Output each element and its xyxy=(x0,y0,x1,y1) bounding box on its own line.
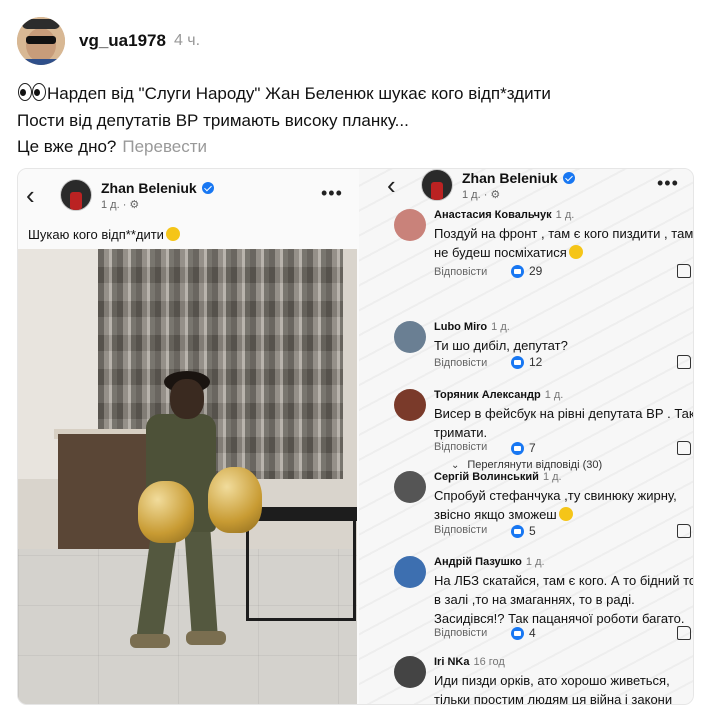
back-chevron-icon: ‹ xyxy=(387,170,396,200)
fb-author-name: Zhan Beleniuk xyxy=(462,170,575,186)
post-time: 4 ч. xyxy=(173,32,201,49)
show-more-replies[interactable]: ⌄ Переглянути відповіді (30) xyxy=(451,459,602,471)
verified-icon xyxy=(562,171,575,184)
comment-text: На ЛБЗ скатайся, там є кого. А то бідний… xyxy=(434,573,694,626)
comment-text: Ти шо дибіл, депутат? xyxy=(434,338,568,353)
like-count: 5 xyxy=(511,524,536,538)
right-screenshot: ‹ Zhan Beleniuk 1 д. · ⚙ ••• Анастасия К… xyxy=(359,169,694,705)
fb-comments-header: ‹ Zhan Beleniuk 1 д. · ⚙ xyxy=(387,169,575,201)
post-text: Нардеп від "Слуги Народу" Жан Беленюк шу… xyxy=(17,81,707,161)
comment-text: Иди пизди орків, ато хорошо живеться, ті… xyxy=(434,673,673,705)
reply-link[interactable]: Відповісти xyxy=(434,524,487,536)
back-chevron-icon: ‹ xyxy=(26,180,35,210)
fb-author-avatar xyxy=(421,169,453,201)
like-count: 4 xyxy=(511,626,536,640)
fb-post-meta: 1 д. · ⚙ xyxy=(462,188,501,201)
commenter-name: Сергій Волинський 1 д. xyxy=(434,471,562,483)
thumbs-up-icon[interactable] xyxy=(677,264,691,278)
smile-emoji-icon xyxy=(568,245,583,259)
thumbs-up-icon[interactable] xyxy=(677,441,691,455)
reply-link[interactable]: Відповісти xyxy=(434,627,487,639)
commenter-avatar xyxy=(394,389,426,421)
reply-link[interactable]: Відповісти xyxy=(434,266,487,278)
post-line-1: Нардеп від "Слуги Народу" Жан Беленюк шу… xyxy=(17,81,707,108)
thumbs-up-icon[interactable] xyxy=(677,524,691,538)
smile-emoji-icon xyxy=(165,227,180,241)
like-count: 29 xyxy=(511,264,542,278)
fb-post-text: Шукаю кого відп**дити xyxy=(28,227,180,242)
more-icon: ••• xyxy=(657,173,679,193)
like-icon xyxy=(511,264,524,278)
translate-link[interactable]: Перевести xyxy=(122,137,207,156)
like-count: 7 xyxy=(511,441,536,455)
comment-text: Спробуй стефанчука ,ту свинюку жирну, зв… xyxy=(434,488,677,522)
like-icon xyxy=(511,524,524,538)
chevron-down-icon: ⌄ xyxy=(451,459,460,471)
left-screenshot: ‹ Zhan Beleniuk 1 д. · ⚙ ••• Шукаю кого … xyxy=(18,169,359,704)
commenter-avatar xyxy=(394,471,426,503)
reply-link[interactable]: Відповісти xyxy=(434,441,487,453)
like-icon xyxy=(511,355,524,369)
like-icon xyxy=(511,441,524,455)
like-count: 12 xyxy=(511,355,542,369)
commenter-name: Iri NKa 16 год xyxy=(434,656,505,668)
fb-post-meta: 1 д. · ⚙ xyxy=(101,198,140,211)
post-image[interactable]: ‹ Zhan Beleniuk 1 д. · ⚙ ••• Шукаю кого … xyxy=(17,168,694,705)
thumbs-up-icon[interactable] xyxy=(677,626,691,640)
comment-text: Висер в фейсбук на рівні депутата ВР . Т… xyxy=(434,406,694,440)
commenter-avatar xyxy=(394,209,426,241)
commenter-name: Lubo Miro 1 д. xyxy=(434,321,510,333)
commenter-name: Андрій Пазушко 1 д. xyxy=(434,556,545,568)
post-line-3: Це вже дно? Перевести xyxy=(17,137,208,156)
user-avatar[interactable] xyxy=(17,17,65,65)
commenter-avatar xyxy=(394,656,426,688)
commenter-name: Торяник Александр 1 д. xyxy=(434,389,564,401)
fb-author-avatar xyxy=(60,179,92,211)
commenter-avatar xyxy=(394,321,426,353)
username[interactable]: vg_ua1978 xyxy=(79,31,166,51)
smile-emoji-icon xyxy=(558,507,573,521)
eyes-emoji-icon xyxy=(17,83,47,101)
commenter-name: Анастасия Ковальчук 1 д. xyxy=(434,209,575,221)
reply-link[interactable]: Відповісти xyxy=(434,357,487,369)
commenter-avatar xyxy=(394,556,426,588)
boxing-glove-left xyxy=(138,481,194,543)
post-header: vg_ua1978 4 ч. xyxy=(17,16,200,66)
fb-post-header: ‹ Zhan Beleniuk 1 д. · ⚙ xyxy=(26,179,214,211)
more-icon: ••• xyxy=(321,183,343,203)
comment-text: Поздуй на фронт , там є кого пиздити , т… xyxy=(434,226,694,260)
like-icon xyxy=(511,626,524,640)
thumbs-up-icon[interactable] xyxy=(677,355,691,369)
post-line-2: Пости від депутатів ВР тримають високу п… xyxy=(17,110,409,130)
boxing-glove-right xyxy=(208,467,262,533)
verified-icon xyxy=(201,181,214,194)
boxer-photo xyxy=(18,249,357,704)
fb-author-name: Zhan Beleniuk xyxy=(101,180,214,196)
